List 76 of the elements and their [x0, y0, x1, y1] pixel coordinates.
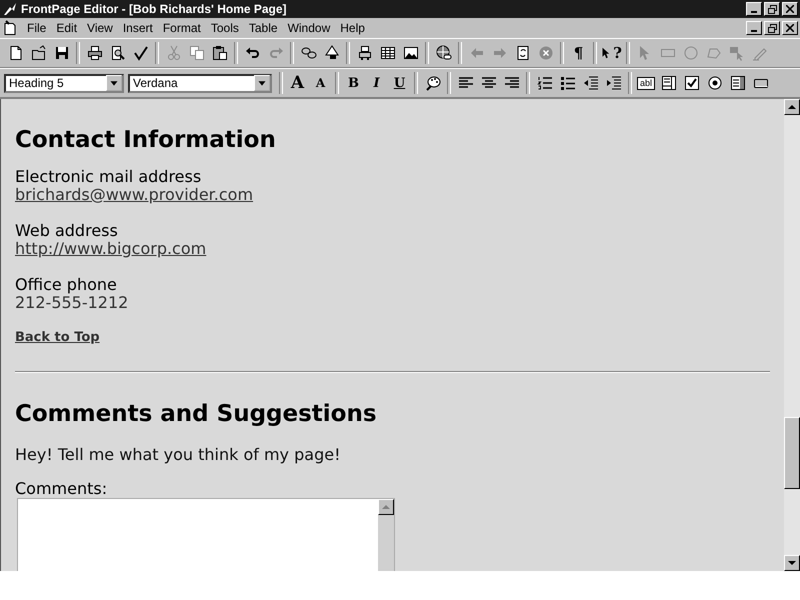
new-page-icon	[8, 45, 24, 61]
contact-label: Office phone	[15, 276, 118, 294]
close-icon	[786, 5, 794, 13]
outdent-icon	[582, 75, 598, 91]
scrolling-textbox-icon	[660, 75, 676, 91]
numbered-list-icon	[536, 75, 552, 91]
close-button[interactable]	[782, 21, 798, 35]
up-arrow-icon	[788, 103, 796, 111]
undo-icon	[244, 45, 260, 61]
close-button[interactable]	[782, 2, 798, 16]
redo-icon	[268, 45, 284, 61]
align-right-icon	[504, 75, 520, 91]
scroll-thumb[interactable]	[784, 417, 800, 489]
menu-item[interactable]: Table	[244, 21, 283, 35]
contact-value: 212-555-1212	[15, 293, 128, 312]
down-arrow-icon	[788, 559, 796, 567]
copy-icon	[188, 45, 204, 61]
stop-icon	[538, 45, 554, 61]
minimize-button[interactable]	[746, 2, 762, 16]
indent-icon	[606, 75, 622, 91]
globe-icon	[436, 45, 452, 61]
restore-button[interactable]	[764, 21, 780, 35]
image-icon	[402, 45, 418, 61]
menu-item[interactable]: File	[22, 21, 52, 35]
hotspot-icon	[728, 45, 744, 61]
restore-button[interactable]	[764, 2, 780, 16]
dropdown-icon	[730, 75, 746, 91]
document-icon	[2, 20, 18, 36]
vertical-scrollbar[interactable]	[784, 99, 800, 571]
scissors-icon	[166, 45, 182, 61]
contact-label: Electronic mail address	[15, 168, 202, 186]
caret-icon	[106, 75, 122, 91]
contact-link[interactable]: brichards@www.provider.com	[15, 185, 254, 204]
textbox-button[interactable]: abl	[637, 76, 655, 90]
align-left-icon	[458, 75, 474, 91]
menu-item[interactable]: Insert	[118, 21, 158, 35]
menu-item[interactable]: View	[82, 21, 118, 35]
open-folder-icon	[30, 45, 46, 61]
scroll-down-button[interactable]	[784, 555, 800, 571]
window-title: FrontPage Editor - [Bob Richards' Home Page]	[21, 2, 287, 16]
check-mark-icon	[132, 45, 148, 61]
scroll-up-button[interactable]	[784, 99, 800, 115]
page-heading: Comments and Suggestions	[15, 401, 378, 427]
app-icon	[2, 1, 18, 17]
scroll-up-button[interactable]	[378, 499, 394, 515]
font-dropdown[interactable]: Verdana	[128, 74, 272, 92]
clipboard-icon	[212, 45, 228, 61]
magnifier-page-icon	[110, 45, 126, 61]
contact-label: Web address	[15, 222, 119, 240]
restore-icon	[768, 24, 776, 32]
bulleted-list-icon	[560, 75, 576, 91]
close-icon	[786, 24, 794, 32]
link-icon	[300, 45, 316, 61]
intro-text: Hey! Tell me what you think of my page!	[15, 445, 342, 464]
checkbox-icon	[684, 75, 700, 91]
menu-item[interactable]: Tools	[206, 21, 244, 35]
menu-item[interactable]: Help	[335, 21, 370, 35]
printer-icon	[86, 45, 102, 61]
menu-item[interactable]: Window	[282, 21, 336, 35]
form-label: Comments:	[15, 479, 108, 498]
restore-icon	[768, 4, 776, 14]
align-center-icon	[480, 75, 496, 91]
page-heading: Contact Information	[15, 127, 277, 153]
table-icon	[380, 45, 396, 61]
menu-item[interactable]: Format	[158, 21, 206, 35]
circle-icon	[682, 45, 698, 61]
forward-arrow-icon	[492, 45, 508, 61]
caret-icon	[254, 75, 270, 91]
style-dropdown[interactable]: Heading 5	[4, 74, 124, 92]
back-to-top-link[interactable]: Back to Top	[15, 330, 100, 345]
radio-button-icon	[706, 75, 722, 91]
up-arrow-icon	[382, 503, 390, 511]
contact-link[interactable]: http://www.bigcorp.com	[15, 239, 206, 258]
menu-item[interactable]: Edit	[51, 21, 82, 35]
palette-icon	[424, 75, 440, 91]
minimize-button[interactable]	[746, 21, 762, 35]
